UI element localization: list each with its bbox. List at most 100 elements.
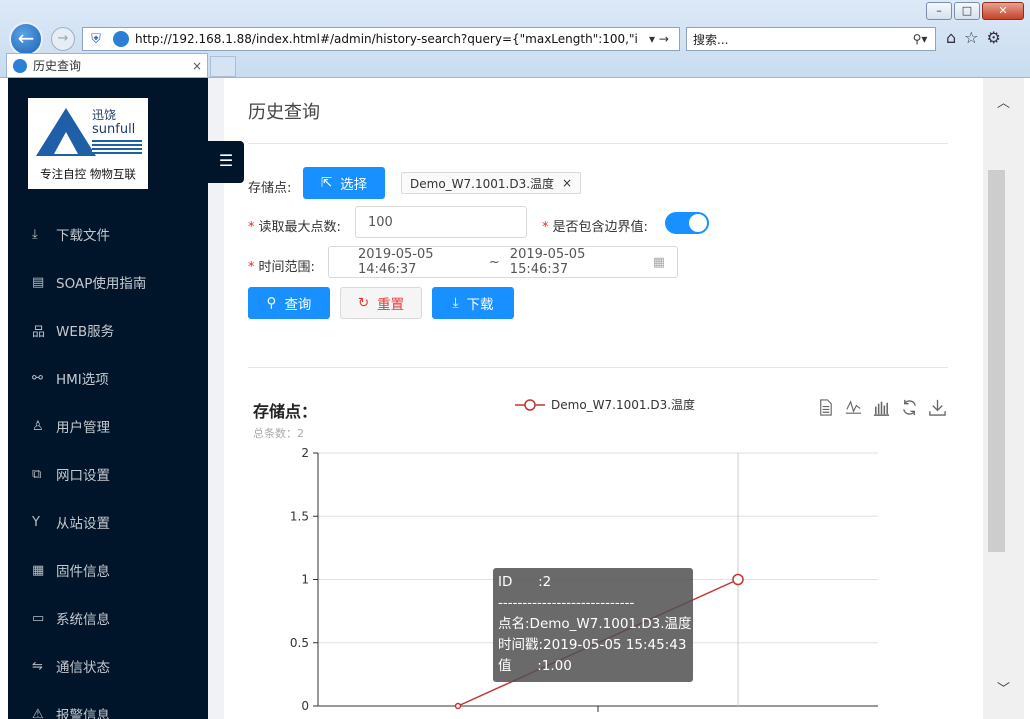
alert-icon: ⚠ xyxy=(32,706,44,719)
point-label: 存储点: xyxy=(248,181,292,196)
select-button[interactable]: ⇱ 选择 xyxy=(303,167,385,199)
link-icon: ⚯ xyxy=(32,370,43,386)
sidebar-item-download[interactable]: ⤓ 下载文件 xyxy=(8,210,208,258)
calendar-icon[interactable]: ▦ xyxy=(653,255,665,270)
search-icon: ⚲ xyxy=(266,295,277,311)
sidebar-item-system[interactable]: ▭ 系统信息 xyxy=(8,594,208,642)
sidebar-item-soap[interactable]: ▤ SOAP使用指南 xyxy=(8,258,208,306)
forward-button[interactable]: → xyxy=(51,27,75,51)
reset-button[interactable]: ↻ 重置 xyxy=(340,287,422,319)
page-title: 历史查询 xyxy=(248,102,320,123)
include-boundary-switch[interactable] xyxy=(665,212,709,234)
y-tick-label: 0.5 xyxy=(290,636,309,650)
close-window-button[interactable]: ✕ xyxy=(982,2,1024,20)
sitemap-icon: 品 xyxy=(32,324,46,340)
restore-icon[interactable] xyxy=(900,398,919,417)
sidebar-item-slave[interactable]: Y 从站设置 xyxy=(8,498,208,546)
sidebar-item-hmi[interactable]: ⚯ HMI选项 xyxy=(8,354,208,402)
time-start[interactable]: 2019-05-05 14:46:37 xyxy=(358,247,479,277)
ie-page-icon xyxy=(113,31,129,47)
maximize-button[interactable]: □ xyxy=(954,2,980,20)
shield-icon: ⛨ xyxy=(91,31,101,47)
laptop-icon: ▭ xyxy=(32,610,45,626)
include-boundary-label: * 是否包含边界值: xyxy=(542,220,648,235)
chart-tooltip: ID :2 ---------------------------- 点名:Demo… xyxy=(493,568,693,682)
y-tick-label: 0 xyxy=(301,699,309,713)
download-button[interactable]: ⤓ 下载 xyxy=(432,287,514,319)
search-icon[interactable]: ⚲▾ xyxy=(905,32,935,46)
max-points-label: * 读取最大点数: xyxy=(248,220,341,235)
tag-close-icon[interactable]: × xyxy=(562,176,572,190)
main-area: 历史查询 存储点: ⇱ 选择 Demo_W7.1001.D3.温度 × * 读取最大… xyxy=(208,78,975,719)
scroll-down-icon[interactable]: ﹀ xyxy=(983,678,1024,697)
swap-icon: ⇋ xyxy=(32,658,43,674)
sidebar-item-alarm[interactable]: ⚠ 报警信息 xyxy=(8,690,208,719)
dropdown-arrow-icon[interactable]: ▾ → xyxy=(639,32,679,46)
search-box[interactable]: 搜索... ⚲▾ xyxy=(686,27,936,51)
point-tag: Demo_W7.1001.D3.温度 × xyxy=(401,172,582,194)
user-icon: ♙ xyxy=(32,418,44,434)
divider xyxy=(248,367,948,368)
query-button[interactable]: ⚲ 查询 xyxy=(248,287,330,319)
max-points-input[interactable]: 100 xyxy=(355,206,527,238)
tab-close-icon[interactable]: × xyxy=(187,59,207,73)
legend-series-name: Demo_W7.1001.D3.温度 xyxy=(551,398,696,412)
sidebar-item-comm[interactable]: ⇋ 通信状态 xyxy=(8,642,208,690)
sidebar-item-web[interactable]: 品 WEB服务 xyxy=(8,306,208,354)
time-end[interactable]: 2019-05-05 15:46:37 xyxy=(510,247,631,277)
logo-brand-en: sunfull xyxy=(92,122,136,137)
home-icon[interactable]: ⌂ xyxy=(946,28,956,47)
y-tick-label: 1.5 xyxy=(290,509,309,523)
browser-chrome: – □ ✕ ← → ⛨ http://192.168.1.88/index.ht… xyxy=(0,0,1030,78)
minimize-button[interactable]: – xyxy=(926,2,952,20)
logo-brand-cn: 迅饶 xyxy=(92,108,117,122)
logo: 迅饶 sunfull 专注自控 物物互联 xyxy=(28,98,148,189)
chart-legend[interactable]: Demo_W7.1001.D3.温度 xyxy=(515,396,695,413)
settings-gear-icon[interactable]: ⚙ xyxy=(987,28,1001,47)
line-chart-icon[interactable] xyxy=(844,398,863,417)
y-tick-label: 2 xyxy=(301,446,309,460)
back-button[interactable]: ← xyxy=(9,22,43,56)
y-tick-label: 1 xyxy=(301,573,309,587)
scroll-up-icon[interactable]: ︿ xyxy=(983,92,1024,111)
url-text[interactable]: http://192.168.1.88/index.html#/admin/hi… xyxy=(135,32,639,46)
logo-slogan: 专注自控 物物互联 xyxy=(40,167,136,181)
legend-marker-icon xyxy=(515,398,545,411)
sidebar-item-network[interactable]: ⧉ 网口设置 xyxy=(8,450,208,498)
time-range-label: * 时间范围: xyxy=(248,260,315,275)
data-view-icon[interactable] xyxy=(816,398,835,417)
chart-title: 存储点： xyxy=(253,402,318,421)
select-icon: ⇱ xyxy=(320,175,333,191)
chart-toolbox xyxy=(816,398,947,417)
book-icon: ▤ xyxy=(32,274,45,290)
new-tab-button[interactable] xyxy=(210,56,236,77)
address-bar[interactable]: ⛨ http://192.168.1.88/index.html#/admin/… xyxy=(82,27,680,51)
browser-tab[interactable]: 历史查询 × xyxy=(6,53,208,77)
scroll-thumb[interactable] xyxy=(988,170,1005,552)
content-card: 历史查询 存储点: ⇱ 选择 Demo_W7.1001.D3.温度 × * 读取最大… xyxy=(224,78,975,719)
sidebar-item-users[interactable]: ♙ 用户管理 xyxy=(8,402,208,450)
sidebar-item-firmware[interactable]: ▦ 固件信息 xyxy=(8,546,208,594)
download-icon: ⤓ xyxy=(32,226,38,242)
save-image-icon[interactable] xyxy=(928,398,947,417)
window-controls: – □ ✕ xyxy=(926,2,1024,20)
sidebar-menu: ⤓ 下载文件 ▤ SOAP使用指南 品 WEB服务 ⚯ HMI选项 ♙ 用户管理 ⧉ 网口设… xyxy=(8,210,208,719)
data-point xyxy=(454,702,462,710)
fork-icon: Y xyxy=(32,514,40,530)
download-icon: ⤓ xyxy=(452,295,459,311)
external-link-icon: ⧉ xyxy=(32,466,42,482)
reload-icon: ↻ xyxy=(357,295,370,311)
collapse-menu-icon[interactable]: ☰ xyxy=(208,141,244,183)
sidebar: 迅饶 sunfull 专注自控 物物互联 ⤓ 下载文件 ▤ SOAP使用指南 品 WE… xyxy=(8,78,208,719)
divider xyxy=(248,143,948,144)
vertical-scrollbar[interactable]: ︿ ﹀ xyxy=(983,78,1024,719)
tab-favicon-icon xyxy=(13,58,27,73)
toolbar-icons: ⌂ ☆ ⚙ xyxy=(946,28,1001,47)
favorites-icon[interactable]: ☆ xyxy=(964,28,978,47)
bar-chart-icon[interactable] xyxy=(872,398,891,417)
data-point xyxy=(732,573,744,586)
file-icon: ▦ xyxy=(32,562,45,578)
time-range-picker[interactable]: 2019-05-05 14:46:37 ~ 2019-05-05 15:46:3… xyxy=(328,246,678,278)
search-input[interactable]: 搜索... xyxy=(693,31,905,48)
tab-title: 历史查询 xyxy=(33,59,82,73)
